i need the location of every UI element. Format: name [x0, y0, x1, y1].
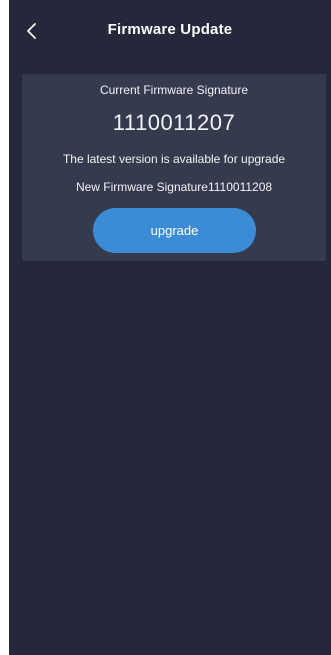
new-firmware-signature: New Firmware Signature1110011208 — [75, 180, 273, 194]
upgrade-button[interactable]: upgrade — [93, 208, 256, 253]
current-firmware-label: Current Firmware Signature — [99, 83, 249, 97]
current-firmware-signature: 1110011207 — [112, 110, 236, 135]
top-bar: Firmware Update — [9, 0, 331, 60]
firmware-info-card: Current Firmware Signature 1110011207 Th… — [22, 74, 326, 261]
firmware-update-screen: Firmware Update Current Firmware Signatu… — [9, 0, 331, 655]
page-title: Firmware Update — [107, 21, 233, 38]
upgrade-available-message: The latest version is available for upgr… — [62, 152, 286, 166]
